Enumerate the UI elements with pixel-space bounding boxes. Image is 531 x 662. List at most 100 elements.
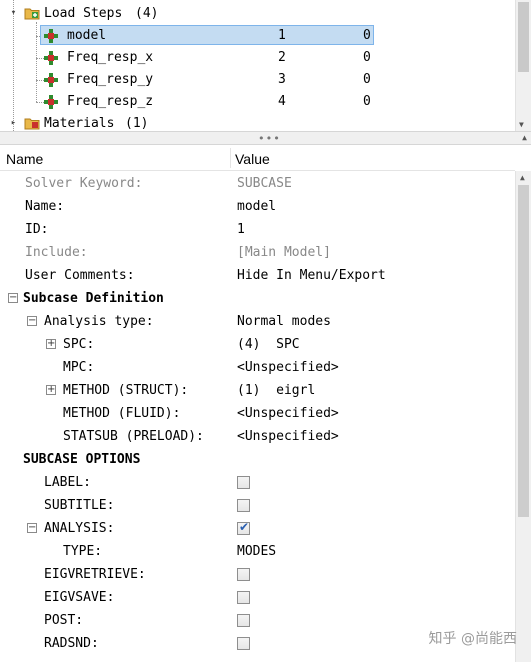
- property-row-user-comments[interactable]: User Comments: Hide In Menu/Export: [0, 264, 515, 287]
- eigvsave-checkbox[interactable]: [237, 591, 250, 604]
- expand-box-icon[interactable]: +: [46, 385, 56, 395]
- property-name: ANALYSIS:: [44, 521, 115, 536]
- checkmark-icon: ✔: [239, 520, 250, 534]
- watermark-text: 知乎 @尚能西: [428, 631, 517, 647]
- column-separator[interactable]: [230, 148, 231, 168]
- grid-header: Name Value: [0, 145, 515, 171]
- section-title: Subcase Definition: [23, 291, 164, 306]
- analysis-checkbox[interactable]: ✔: [237, 520, 250, 535]
- load-step-id: 3: [278, 72, 286, 87]
- property-row-spc[interactable]: + SPC: (4) SPC: [0, 333, 515, 356]
- eigvretrieve-checkbox[interactable]: [237, 568, 250, 581]
- folder-icon: [24, 8, 40, 20]
- tree-node-materials[interactable]: ▸ Materials (1): [0, 113, 515, 131]
- load-step-icon: [44, 95, 58, 109]
- property-row-type[interactable]: TYPE: MODES: [0, 540, 515, 563]
- property-row-mpc[interactable]: MPC: <Unspecified>: [0, 356, 515, 379]
- load-step-value: 0: [363, 28, 371, 43]
- property-row-eigvretrieve[interactable]: EIGVRETRIEVE:: [0, 563, 515, 586]
- load-step-name: model: [67, 28, 107, 43]
- property-row-name[interactable]: Name: model: [0, 195, 515, 218]
- tree-node-label: Load Steps: [44, 6, 123, 21]
- scrollbar-thumb[interactable]: [518, 2, 529, 72]
- method-struct-selector[interactable]: (1) eigrl: [237, 383, 315, 398]
- property-row-subtitle[interactable]: SUBTITLE:: [0, 494, 515, 517]
- load-step-icon: [44, 51, 58, 65]
- id-field[interactable]: 1: [237, 222, 245, 237]
- scrollbar-thumb[interactable]: [518, 185, 529, 517]
- grid-scrollbar[interactable]: ▲: [515, 171, 531, 662]
- mpc-selector[interactable]: <Unspecified>: [237, 360, 339, 375]
- property-row-statsub[interactable]: STATSUB (PRELOAD): <Unspecified>: [0, 425, 515, 448]
- property-row-method-fluid[interactable]: METHOD (FLUID): <Unspecified>: [0, 402, 515, 425]
- collapse-box-icon[interactable]: −: [27, 316, 37, 326]
- property-row-label[interactable]: LABEL:: [0, 471, 515, 494]
- tree-item-load-step[interactable]: Freq_resp_z 4 0: [0, 91, 515, 113]
- radsnd-checkbox[interactable]: [237, 637, 250, 650]
- method-fluid-selector[interactable]: <Unspecified>: [237, 406, 339, 421]
- type-select[interactable]: MODES: [237, 544, 276, 559]
- property-name: METHOD (STRUCT):: [63, 383, 189, 398]
- tree-node-count: (1): [125, 116, 149, 131]
- expand-box-icon[interactable]: +: [46, 339, 56, 349]
- property-name: RADSND:: [44, 636, 99, 651]
- collapse-arrow-icon[interactable]: ▾: [9, 9, 18, 18]
- property-value: [Main Model]: [237, 245, 331, 260]
- model-browser-tree: ▾ Load Steps (4) model 1 0 Freq_resp_x 2…: [0, 0, 531, 131]
- property-row-method-struct[interactable]: + METHOD (STRUCT): (1) eigrl: [0, 379, 515, 402]
- load-step-icon: [44, 29, 58, 43]
- column-header-value[interactable]: Value: [235, 151, 270, 167]
- splitter-grip-icon[interactable]: •••: [258, 132, 281, 145]
- property-name: MPC:: [63, 360, 95, 375]
- scroll-up-arrow-icon[interactable]: ▲: [522, 133, 527, 142]
- tree-node-count: (4): [135, 6, 159, 21]
- property-row-analysis-type[interactable]: − Analysis type: Normal modes: [0, 310, 515, 333]
- folder-icon: [24, 118, 40, 130]
- scroll-down-arrow-icon[interactable]: ▼: [519, 120, 524, 129]
- tree-node-load-steps[interactable]: ▾ Load Steps (4): [0, 3, 515, 25]
- tree-item-load-step[interactable]: Freq_resp_y 3 0: [0, 69, 515, 91]
- load-step-value: 0: [363, 72, 371, 87]
- property-name: POST:: [44, 613, 84, 628]
- property-name: METHOD (FLUID):: [63, 406, 181, 421]
- label-checkbox[interactable]: [237, 476, 250, 489]
- name-field[interactable]: model: [237, 199, 276, 214]
- property-name: Analysis type:: [44, 314, 154, 329]
- tree-item-load-step[interactable]: model 1 0: [0, 25, 515, 47]
- collapse-box-icon[interactable]: −: [27, 523, 37, 533]
- collapse-box-icon[interactable]: −: [8, 293, 18, 303]
- tree-node-label: Materials: [44, 116, 115, 131]
- property-name: EIGVSAVE:: [44, 590, 115, 605]
- column-header-name[interactable]: Name: [6, 151, 43, 167]
- property-name: Solver Keyword:: [25, 176, 143, 191]
- property-row-id[interactable]: ID: 1: [0, 218, 515, 241]
- tree-scrollbar[interactable]: ▼: [515, 0, 531, 131]
- user-comments-select[interactable]: Hide In Menu/Export: [237, 268, 386, 283]
- load-step-value: 0: [363, 50, 371, 65]
- scroll-up-arrow-icon[interactable]: ▲: [520, 173, 525, 182]
- property-row-solver-keyword[interactable]: Solver Keyword: SUBCASE: [0, 172, 515, 195]
- load-step-id: 4: [278, 94, 286, 109]
- property-name: Include:: [25, 245, 88, 260]
- section-subcase-definition[interactable]: − Subcase Definition: [0, 287, 515, 310]
- spc-selector[interactable]: (4) SPC: [237, 337, 300, 352]
- property-name: SUBTITLE:: [44, 498, 115, 513]
- load-step-icon: [44, 73, 58, 87]
- load-step-name: Freq_resp_y: [67, 72, 154, 87]
- tree-item-load-step[interactable]: Freq_resp_x 2 0: [0, 47, 515, 69]
- property-row-analysis[interactable]: − ANALYSIS: ✔: [0, 517, 515, 540]
- pane-splitter[interactable]: ••• ▲: [0, 131, 531, 145]
- section-title: SUBCASE OPTIONS: [23, 452, 141, 467]
- analysis-type-select[interactable]: Normal modes: [237, 314, 331, 329]
- post-checkbox[interactable]: [237, 614, 250, 627]
- property-row-eigvsave[interactable]: EIGVSAVE:: [0, 586, 515, 609]
- property-row-include[interactable]: Include: [Main Model]: [0, 241, 515, 264]
- property-name: ID:: [25, 222, 49, 237]
- subtitle-checkbox[interactable]: [237, 499, 250, 512]
- expand-arrow-icon[interactable]: ▸: [9, 119, 18, 128]
- property-name: EIGVRETRIEVE:: [44, 567, 146, 582]
- statsub-selector[interactable]: <Unspecified>: [237, 429, 339, 444]
- entity-property-grid: Name Value Solver Keyword: SUBCASE Name:…: [0, 145, 531, 662]
- section-subcase-options: SUBCASE OPTIONS: [0, 448, 515, 471]
- property-value: SUBCASE: [237, 176, 292, 191]
